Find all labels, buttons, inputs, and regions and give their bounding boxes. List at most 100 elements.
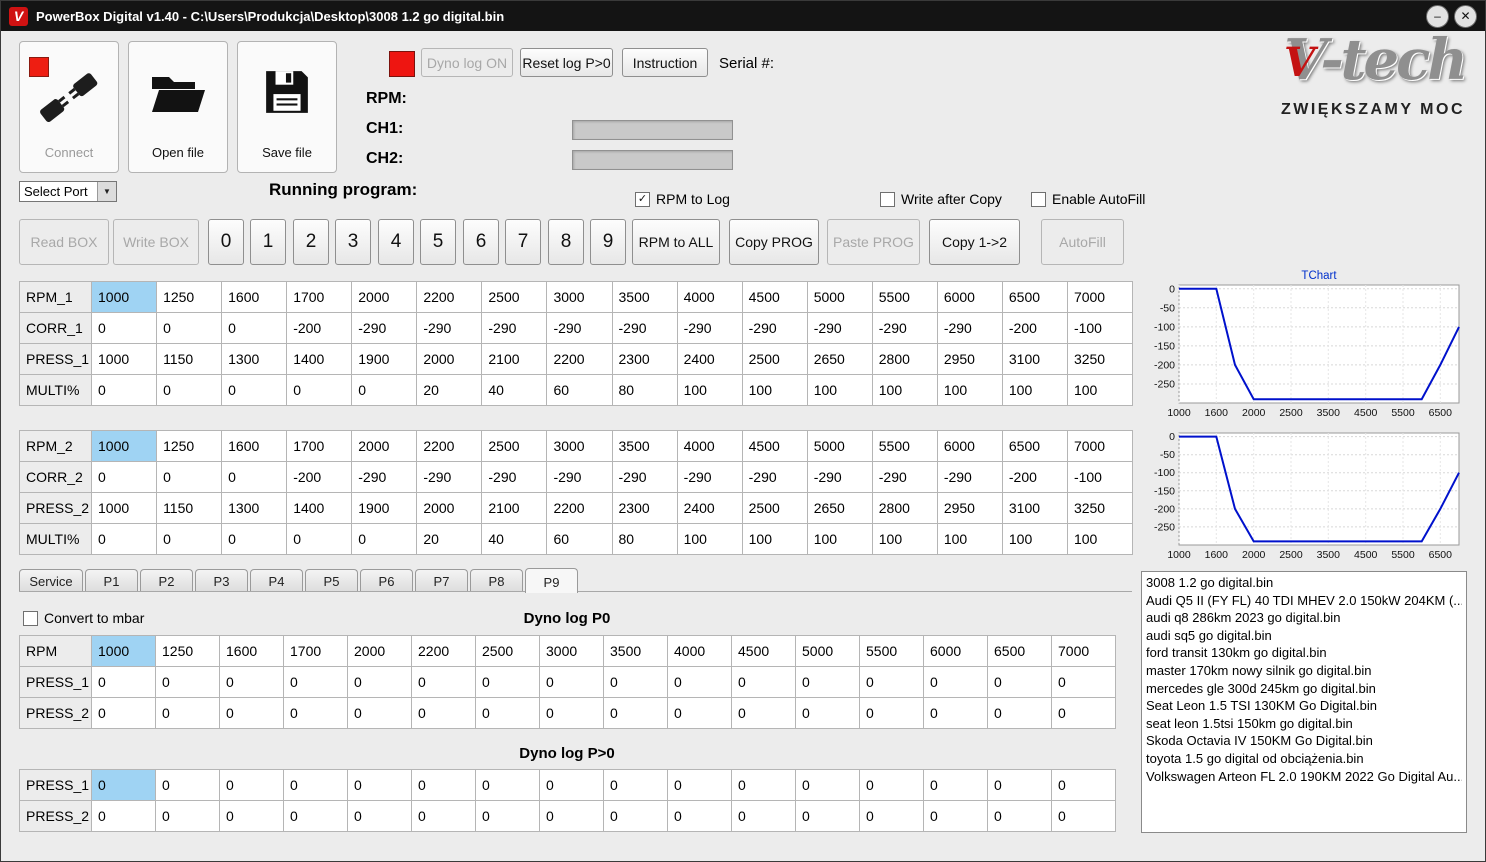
table-cell[interactable]: 0 — [796, 801, 860, 832]
table-cell[interactable]: 2500 — [476, 636, 540, 667]
table-cell[interactable]: 0 — [668, 698, 732, 729]
table-cell[interactable]: 0 — [348, 698, 412, 729]
table-cell[interactable]: 7000 — [1052, 636, 1116, 667]
table-cell[interactable]: 3500 — [612, 431, 678, 462]
table-cell[interactable]: -290 — [612, 313, 678, 344]
table-cell[interactable]: 0 — [604, 698, 668, 729]
table-cell[interactable]: 20 — [417, 375, 483, 406]
table-cell[interactable]: 40 — [482, 375, 548, 406]
rpm-to-log-checkbox[interactable]: ✓ RPM to Log — [635, 191, 730, 207]
table-cell[interactable]: 5000 — [796, 636, 860, 667]
copy-prog-button[interactable]: Copy PROG — [729, 219, 819, 265]
table-cell[interactable]: 0 — [476, 667, 540, 698]
tab-p5[interactable]: P5 — [305, 569, 358, 592]
table-cell[interactable]: -200 — [1002, 313, 1068, 344]
table-cell[interactable]: 7000 — [1067, 282, 1133, 313]
table-cell[interactable]: -290 — [807, 462, 873, 493]
table-cell[interactable]: 4500 — [732, 636, 796, 667]
table-cell[interactable]: 0 — [222, 524, 288, 555]
table-cell[interactable]: 0 — [157, 524, 223, 555]
digit-button-6[interactable]: 6 — [463, 219, 499, 265]
table-cell[interactable]: 0 — [796, 770, 860, 801]
digit-button-8[interactable]: 8 — [548, 219, 584, 265]
table-cell[interactable]: 2200 — [417, 282, 483, 313]
table-cell[interactable]: 0 — [540, 667, 604, 698]
table-cell[interactable]: 100 — [937, 375, 1003, 406]
table-cell[interactable]: 2950 — [937, 493, 1003, 524]
table-cell[interactable]: 2000 — [417, 493, 483, 524]
enable-autofill-checkbox[interactable]: Enable AutoFill — [1031, 191, 1145, 207]
table-cell[interactable]: -290 — [677, 462, 743, 493]
instruction-button[interactable]: Instruction — [622, 48, 708, 77]
file-item[interactable]: Seat Leon 1.5 TSI 130KM Go Digital.bin — [1146, 697, 1462, 715]
table-cell[interactable]: 3500 — [612, 282, 678, 313]
table-cell[interactable]: 0 — [668, 801, 732, 832]
table-cell[interactable]: -290 — [872, 462, 938, 493]
table-cell[interactable]: 1150 — [157, 344, 223, 375]
table-cell[interactable]: 0 — [220, 770, 284, 801]
table-cell[interactable]: 3100 — [1002, 493, 1068, 524]
file-item[interactable]: audi q8 286km 2023 go digital.bin — [1146, 609, 1462, 627]
autofill-button[interactable]: AutoFill — [1041, 219, 1124, 265]
table-cell[interactable]: 0 — [924, 698, 988, 729]
digit-button-9[interactable]: 9 — [590, 219, 626, 265]
table-cell[interactable]: 0 — [348, 667, 412, 698]
table-cell[interactable]: 1400 — [287, 344, 353, 375]
table-cell[interactable]: 0 — [156, 698, 220, 729]
file-item[interactable]: ford transit 130km go digital.bin — [1146, 644, 1462, 662]
table-cell[interactable]: 0 — [92, 801, 156, 832]
table-cell[interactable]: -200 — [287, 313, 353, 344]
table-cell[interactable]: 0 — [988, 770, 1052, 801]
table-cell[interactable]: 6000 — [924, 636, 988, 667]
checkbox-box[interactable] — [1031, 191, 1046, 207]
table-cell[interactable]: 2500 — [482, 431, 548, 462]
table-cell[interactable]: 3000 — [547, 282, 613, 313]
table-cell[interactable]: 0 — [1052, 698, 1116, 729]
table-cell[interactable]: 0 — [860, 698, 924, 729]
tab-service[interactable]: Service — [19, 569, 83, 592]
table-cell[interactable]: 2200 — [417, 431, 483, 462]
table-cell[interactable]: 0 — [352, 375, 418, 406]
table-cell[interactable]: 0 — [348, 801, 412, 832]
table-cell[interactable]: 0 — [476, 698, 540, 729]
table-cell[interactable]: 100 — [1002, 524, 1068, 555]
table-cell[interactable]: 100 — [937, 524, 1003, 555]
connect-button[interactable]: Connect — [19, 41, 119, 173]
table-cell[interactable]: 4000 — [677, 282, 743, 313]
table-cell[interactable]: 1250 — [157, 431, 223, 462]
table-cell[interactable]: -290 — [937, 313, 1003, 344]
table-cell[interactable]: 0 — [988, 667, 1052, 698]
tab-p7[interactable]: P7 — [415, 569, 468, 592]
copy-1-to-2-button[interactable]: Copy 1->2 — [929, 219, 1020, 265]
table-cell[interactable]: 0 — [1052, 801, 1116, 832]
table-cell[interactable]: 1000 — [92, 344, 158, 375]
file-item[interactable]: audi sq5 go digital.bin — [1146, 627, 1462, 645]
table-cell[interactable]: 0 — [222, 462, 288, 493]
table-cell[interactable]: 0 — [92, 524, 158, 555]
table-cell[interactable]: 100 — [872, 375, 938, 406]
tab-p9[interactable]: P9 — [525, 568, 578, 593]
table-cell[interactable]: 3100 — [1002, 344, 1068, 375]
table-cell[interactable]: 1900 — [352, 344, 418, 375]
table-cell[interactable]: 0 — [668, 667, 732, 698]
table-cell[interactable]: 0 — [157, 375, 223, 406]
table-cell[interactable]: 100 — [1067, 375, 1133, 406]
table-cell[interactable]: -100 — [1067, 313, 1133, 344]
table-cell[interactable]: 0 — [924, 667, 988, 698]
table-cell[interactable]: 1250 — [157, 282, 223, 313]
table-cell[interactable]: 100 — [807, 524, 873, 555]
table-cell[interactable]: 1600 — [222, 431, 288, 462]
table-cell[interactable]: 1000 — [92, 431, 158, 462]
table-cell[interactable]: 1400 — [287, 493, 353, 524]
save-file-button[interactable]: Save file — [237, 41, 337, 173]
checkbox-box[interactable] — [880, 191, 895, 207]
paste-prog-button[interactable]: Paste PROG — [827, 219, 920, 265]
table-cell[interactable]: 0 — [476, 770, 540, 801]
table-cell[interactable]: 6000 — [937, 282, 1003, 313]
table-cell[interactable]: 0 — [1052, 770, 1116, 801]
table-cell[interactable]: 20 — [417, 524, 483, 555]
digit-button-7[interactable]: 7 — [505, 219, 541, 265]
table-cell[interactable]: 2650 — [807, 493, 873, 524]
table-cell[interactable]: 1000 — [92, 282, 158, 313]
table-cell[interactable]: 6500 — [1002, 282, 1068, 313]
